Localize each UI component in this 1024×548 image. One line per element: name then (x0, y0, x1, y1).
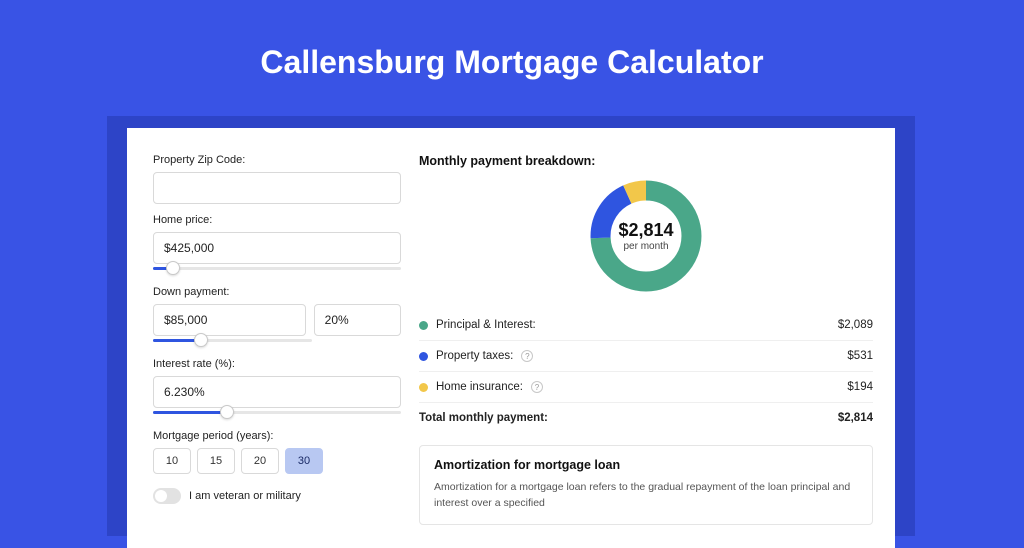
period-option-30[interactable]: 30 (285, 448, 323, 474)
down-amount-input[interactable] (153, 304, 306, 336)
period-option-10[interactable]: 10 (153, 448, 191, 474)
page-title: Callensburg Mortgage Calculator (0, 0, 1024, 109)
veteran-row: I am veteran or military (153, 488, 401, 504)
price-label: Home price: (153, 214, 401, 226)
donut-amount: $2,814 (618, 220, 673, 241)
dot-icon (419, 352, 428, 361)
donut-chart: $2,814 per month (419, 176, 873, 296)
rate-label: Interest rate (%): (153, 358, 401, 370)
down-pct-input[interactable] (314, 304, 401, 336)
rate-slider[interactable] (153, 406, 401, 420)
breakdown-total-value: $2,814 (838, 412, 873, 424)
breakdown-row-principal: Principal & Interest: $2,089 (419, 310, 873, 341)
amortization-text: Amortization for a mortgage loan refers … (434, 480, 858, 512)
breakdown-label: Home insurance: (436, 381, 523, 393)
breakdown-row-taxes: Property taxes: ? $531 (419, 341, 873, 372)
period-label: Mortgage period (years): (153, 430, 401, 442)
breakdown-value: $194 (847, 381, 873, 393)
dot-icon (419, 321, 428, 330)
zip-field: Property Zip Code: (153, 154, 401, 204)
breakdown-total-label: Total monthly payment: (419, 412, 548, 424)
breakdown-row-insurance: Home insurance: ? $194 (419, 372, 873, 403)
period-field: Mortgage period (years): 10 15 20 30 (153, 430, 401, 474)
breakdown-value: $531 (847, 350, 873, 362)
donut-sublabel: per month (623, 241, 668, 252)
breakdown-value: $2,089 (838, 319, 873, 331)
veteran-label: I am veteran or military (189, 490, 301, 502)
period-option-15[interactable]: 15 (197, 448, 235, 474)
period-option-20[interactable]: 20 (241, 448, 279, 474)
dot-icon (419, 383, 428, 392)
period-pills: 10 15 20 30 (153, 448, 401, 474)
breakdown-label: Property taxes: (436, 350, 513, 362)
help-icon[interactable]: ? (531, 381, 543, 393)
breakdown-column: Monthly payment breakdown: $2,814 per mo… (401, 154, 873, 548)
breakdown-label: Principal & Interest: (436, 319, 536, 331)
price-field: Home price: (153, 214, 401, 276)
rate-input[interactable] (153, 376, 401, 408)
amortization-box: Amortization for mortgage loan Amortizat… (419, 445, 873, 525)
rate-field: Interest rate (%): (153, 358, 401, 420)
down-label: Down payment: (153, 286, 401, 298)
breakdown-row-total: Total monthly payment: $2,814 (419, 403, 873, 433)
form-column: Property Zip Code: Home price: Down paym… (153, 154, 401, 548)
zip-label: Property Zip Code: (153, 154, 401, 166)
down-field: Down payment: (153, 286, 401, 348)
price-slider[interactable] (153, 262, 401, 276)
price-input[interactable] (153, 232, 401, 264)
breakdown-title: Monthly payment breakdown: (419, 154, 873, 168)
calculator-panel: Property Zip Code: Home price: Down paym… (127, 128, 895, 548)
amortization-title: Amortization for mortgage loan (434, 458, 858, 472)
down-slider[interactable] (153, 334, 312, 348)
zip-input[interactable] (153, 172, 401, 204)
veteran-toggle[interactable] (153, 488, 181, 504)
help-icon[interactable]: ? (521, 350, 533, 362)
